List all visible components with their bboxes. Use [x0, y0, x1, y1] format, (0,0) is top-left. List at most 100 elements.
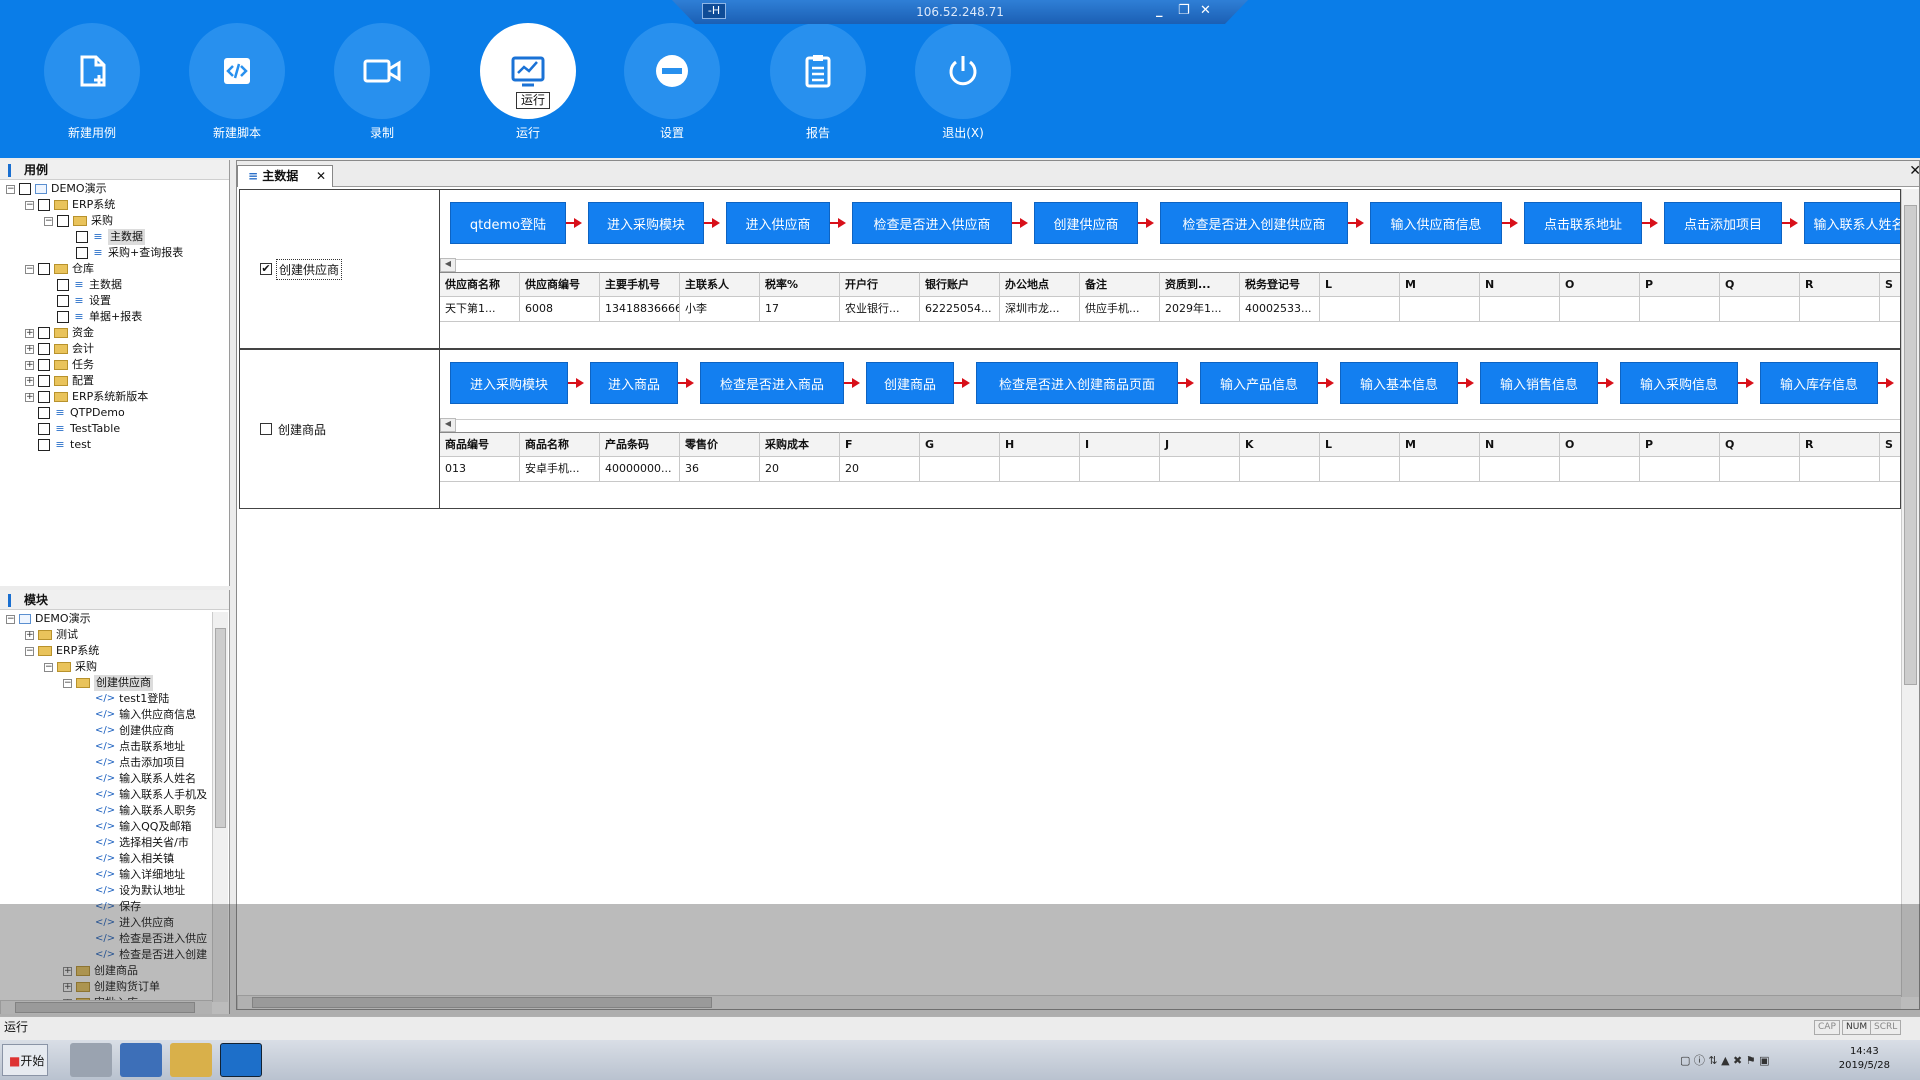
main-vscroll-thumb[interactable] — [1904, 205, 1917, 685]
toolbar-button-2[interactable]: 新建脚本 — [187, 23, 287, 141]
grid-header[interactable]: 开户行 — [840, 272, 920, 297]
step-block[interactable]: 检查是否进入商品 — [700, 362, 844, 404]
module-tree-node[interactable]: + 创建购货订单 — [63, 979, 160, 995]
case-tree-node[interactable]: ≡ QTPDemo — [25, 405, 125, 421]
case-tree-node[interactable]: ≡ 主数据 — [63, 229, 145, 245]
scenario-checkbox[interactable] — [260, 423, 272, 435]
grid-cell[interactable]: 62225054... — [920, 297, 1000, 322]
grid-header[interactable]: L — [1320, 272, 1400, 297]
grid-header[interactable]: F — [840, 432, 920, 457]
grid-cell[interactable] — [1480, 457, 1560, 482]
scenario-label[interactable]: ✔ 创建供应商 — [240, 190, 440, 348]
grid-cell[interactable]: 小李 — [680, 297, 760, 322]
step-block[interactable]: 创建商品 — [866, 362, 954, 404]
checkbox[interactable] — [76, 231, 88, 243]
grid-cell[interactable]: 安卓手机... — [520, 457, 600, 482]
grid-cell[interactable]: 40002533... — [1240, 297, 1320, 322]
checkbox[interactable] — [76, 247, 88, 259]
grid-header[interactable]: 税率% — [760, 272, 840, 297]
grid-cell[interactable] — [1720, 297, 1800, 322]
minimize-icon[interactable]: _ — [1156, 3, 1163, 18]
grid-header[interactable]: 主联系人 — [680, 272, 760, 297]
grid-cell[interactable] — [1800, 297, 1880, 322]
checkbox[interactable] — [38, 391, 50, 403]
close-all-icon[interactable]: ✕ — [1909, 163, 1920, 179]
grid-header[interactable]: 备注 — [1080, 272, 1160, 297]
module-tree-node[interactable]: </> 设为默认地址 — [82, 883, 185, 899]
toolbar-button-4[interactable]: 运行 — [478, 23, 578, 141]
collapse-icon[interactable]: − — [25, 646, 34, 656]
grid-cell[interactable]: 36 — [680, 457, 760, 482]
module-vscroll-thumb[interactable] — [215, 628, 226, 828]
module-tree-node[interactable]: </> 输入相关镇 — [82, 851, 174, 867]
expand-icon[interactable]: + — [63, 982, 72, 992]
grid-cell[interactable]: 17 — [760, 297, 840, 322]
module-tree-node[interactable]: </> 进入供应商 — [82, 915, 174, 931]
grid-header[interactable]: 资质到... — [1160, 272, 1240, 297]
expand-icon[interactable]: + — [63, 966, 72, 976]
checkbox[interactable] — [38, 439, 50, 451]
grid-header[interactable]: 供应商编号 — [520, 272, 600, 297]
collapse-icon[interactable]: − — [6, 184, 15, 194]
expand-icon[interactable]: + — [25, 328, 34, 338]
step-block[interactable]: 进入采购模块 — [450, 362, 568, 404]
module-tree-node[interactable]: − DEMO演示 — [6, 611, 91, 627]
module-tree-node[interactable]: </> 选择相关省/市 — [82, 835, 189, 851]
checkbox[interactable] — [38, 359, 50, 371]
step-block[interactable]: 输入采购信息 — [1620, 362, 1738, 404]
checkbox[interactable] — [57, 215, 69, 227]
server-manager-icon[interactable] — [70, 1043, 112, 1077]
checkbox[interactable] — [38, 199, 50, 211]
grid-cell[interactable] — [1320, 457, 1400, 482]
start-button[interactable]: ■开始 — [2, 1044, 48, 1076]
grid-cell[interactable]: 供应手机... — [1080, 297, 1160, 322]
grid-cell[interactable] — [1240, 457, 1320, 482]
checkbox[interactable] — [19, 183, 31, 195]
grid-header[interactable]: O — [1560, 272, 1640, 297]
toolbar-button-6[interactable]: 报告 — [768, 23, 868, 141]
scenario-label[interactable]: 创建商品 — [240, 350, 440, 508]
tab-main-data[interactable]: ≡ 主数据 ✕ — [237, 165, 333, 187]
grid-cell[interactable]: 13418836666 — [600, 297, 680, 322]
grid-cell[interactable]: 40000000... — [600, 457, 680, 482]
grid-header[interactable]: 主要手机号 — [600, 272, 680, 297]
case-tree-node[interactable]: − ERP系统 — [25, 197, 115, 213]
collapse-icon[interactable]: − — [6, 614, 15, 624]
grid-header[interactable]: M — [1400, 432, 1480, 457]
case-tree-node[interactable]: + 任务 — [25, 357, 94, 373]
module-tree-node[interactable]: </> 输入QQ及邮箱 — [82, 819, 191, 835]
grid-header[interactable]: G — [920, 432, 1000, 457]
flow-scroll-left-icon[interactable]: ◀ — [440, 418, 456, 432]
step-block[interactable]: 输入供应商信息 — [1370, 202, 1502, 244]
grid-cell[interactable] — [1880, 457, 1900, 482]
case-tree-node[interactable]: − DEMO演示 — [6, 181, 107, 197]
grid-header[interactable]: 采购成本 — [760, 432, 840, 457]
case-tree-node[interactable]: + 会计 — [25, 341, 94, 357]
step-block[interactable]: 输入产品信息 — [1200, 362, 1318, 404]
module-tree-node[interactable]: </> 检查是否进入创建 — [82, 947, 207, 963]
grid-cell[interactable] — [1400, 457, 1480, 482]
grid-header[interactable]: I — [1080, 432, 1160, 457]
module-tree-node[interactable]: </> 输入联系人姓名 — [82, 771, 196, 787]
main-vscroll[interactable] — [1901, 189, 1919, 997]
grid-header[interactable]: 税务登记号 — [1240, 272, 1320, 297]
grid-header[interactable]: N — [1480, 272, 1560, 297]
grid-cell[interactable] — [1640, 457, 1720, 482]
grid-header[interactable]: 商品编号 — [440, 432, 520, 457]
collapse-icon[interactable]: − — [44, 662, 53, 672]
grid-cell[interactable] — [1720, 457, 1800, 482]
grid-header[interactable]: H — [1000, 432, 1080, 457]
collapse-icon[interactable]: − — [25, 264, 34, 274]
tab-close-icon[interactable]: ✕ — [316, 166, 326, 186]
module-tree-node[interactable]: </> 创建供应商 — [82, 723, 174, 739]
step-block[interactable]: 检查是否进入创建商品页面 — [976, 362, 1178, 404]
grid-header[interactable]: R — [1800, 272, 1880, 297]
grid-header[interactable]: R — [1800, 432, 1880, 457]
grid-cell[interactable] — [1080, 457, 1160, 482]
step-block[interactable]: 进入供应商 — [726, 202, 830, 244]
grid-header[interactable]: 产品条码 — [600, 432, 680, 457]
step-block[interactable]: 输入库存信息 — [1760, 362, 1878, 404]
grid-header[interactable]: S — [1880, 272, 1900, 297]
grid-header[interactable]: P — [1640, 272, 1720, 297]
grid-header[interactable]: 银行账户 — [920, 272, 1000, 297]
